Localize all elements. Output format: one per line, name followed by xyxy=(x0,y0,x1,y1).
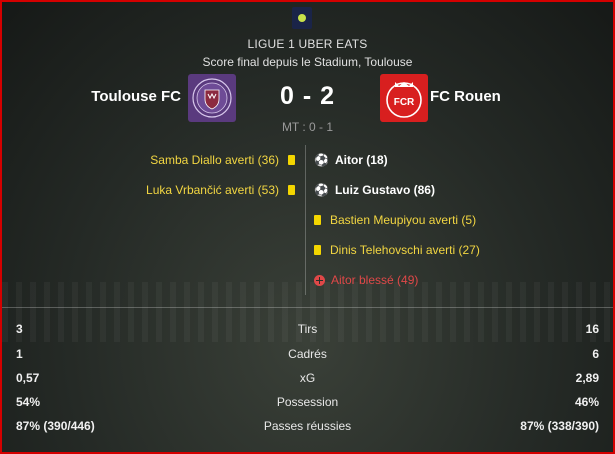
fc-rouen-crest[interactable]: FCR xyxy=(380,74,428,122)
fc-rouen-crest-text: FCR xyxy=(394,97,415,108)
event-text: Samba Diallo averti (36) xyxy=(150,153,279,167)
home-event-yellow-card[interactable]: Samba Diallo averti (36) xyxy=(150,153,295,167)
stat-row-on-target: 1 Cadrés 6 xyxy=(2,347,613,367)
league-name: LIGUE 1 UBER EATS xyxy=(247,37,368,51)
stat-row-possession: 54% Possession 46% xyxy=(2,395,613,415)
event-text: Aitor blessé (49) xyxy=(331,273,419,287)
final-score: 0 - 2 xyxy=(279,82,336,110)
stat-label: Tirs xyxy=(297,322,318,336)
stat-row-shots: 3 Tirs 16 xyxy=(2,322,613,342)
stat-away-value: 2,89 xyxy=(575,371,599,385)
event-text: Luiz Gustavo (86) xyxy=(334,183,435,197)
injury-icon xyxy=(314,274,325,286)
event-text: Bastien Meupiyou averti (5) xyxy=(330,213,477,227)
yellow-card-icon xyxy=(288,185,295,195)
away-team-name[interactable]: FC Rouen xyxy=(430,88,501,105)
event-text: Aitor (18) xyxy=(334,153,388,167)
stat-away-value: 16 xyxy=(585,322,599,336)
stat-label: Cadrés xyxy=(288,347,327,361)
match-summary-panel: LIGUE 1 UBER EATS Score final depuis le … xyxy=(0,0,615,454)
football-icon: ⚽ xyxy=(314,153,329,167)
events-divider xyxy=(305,145,306,295)
halftime-score: MT : 0 - 1 xyxy=(281,120,334,134)
home-event-yellow-card[interactable]: Luka Vrbančić averti (53) xyxy=(146,183,295,197)
stat-row-xg: 0,57 xG 2,89 xyxy=(2,371,613,391)
event-text: Luka Vrbančić averti (53) xyxy=(146,183,279,197)
stat-label: Possession xyxy=(276,395,339,409)
away-event-yellow-card[interactable]: Bastien Meupiyou averti (5) xyxy=(314,213,476,227)
away-event-goal[interactable]: ⚽ Aitor (18) xyxy=(314,153,388,167)
football-icon: ⚽ xyxy=(314,183,329,197)
stat-row-passes: 87% (390/446) Passes réussies 87% (338/3… xyxy=(2,419,613,439)
away-event-yellow-card[interactable]: Dinis Telehovschi averti (27) xyxy=(314,243,480,257)
away-event-goal[interactable]: ⚽ Luiz Gustavo (86) xyxy=(314,183,435,197)
yellow-card-icon xyxy=(288,155,295,165)
stat-away-value: 6 xyxy=(592,347,599,361)
yellow-card-icon xyxy=(314,215,321,225)
ligue1-logo-icon xyxy=(292,7,312,29)
stat-label: xG xyxy=(299,371,316,385)
stat-away-value: 46% xyxy=(574,395,599,409)
event-text: Dinis Telehovschi averti (27) xyxy=(330,243,480,257)
away-event-injury[interactable]: Aitor blessé (49) xyxy=(314,273,418,287)
stats-separator xyxy=(2,307,613,308)
stat-away-value: 87% (338/390) xyxy=(520,419,599,433)
venue-text: Score final depuis le Stadium, Toulouse xyxy=(202,55,413,69)
yellow-card-icon xyxy=(314,245,321,255)
